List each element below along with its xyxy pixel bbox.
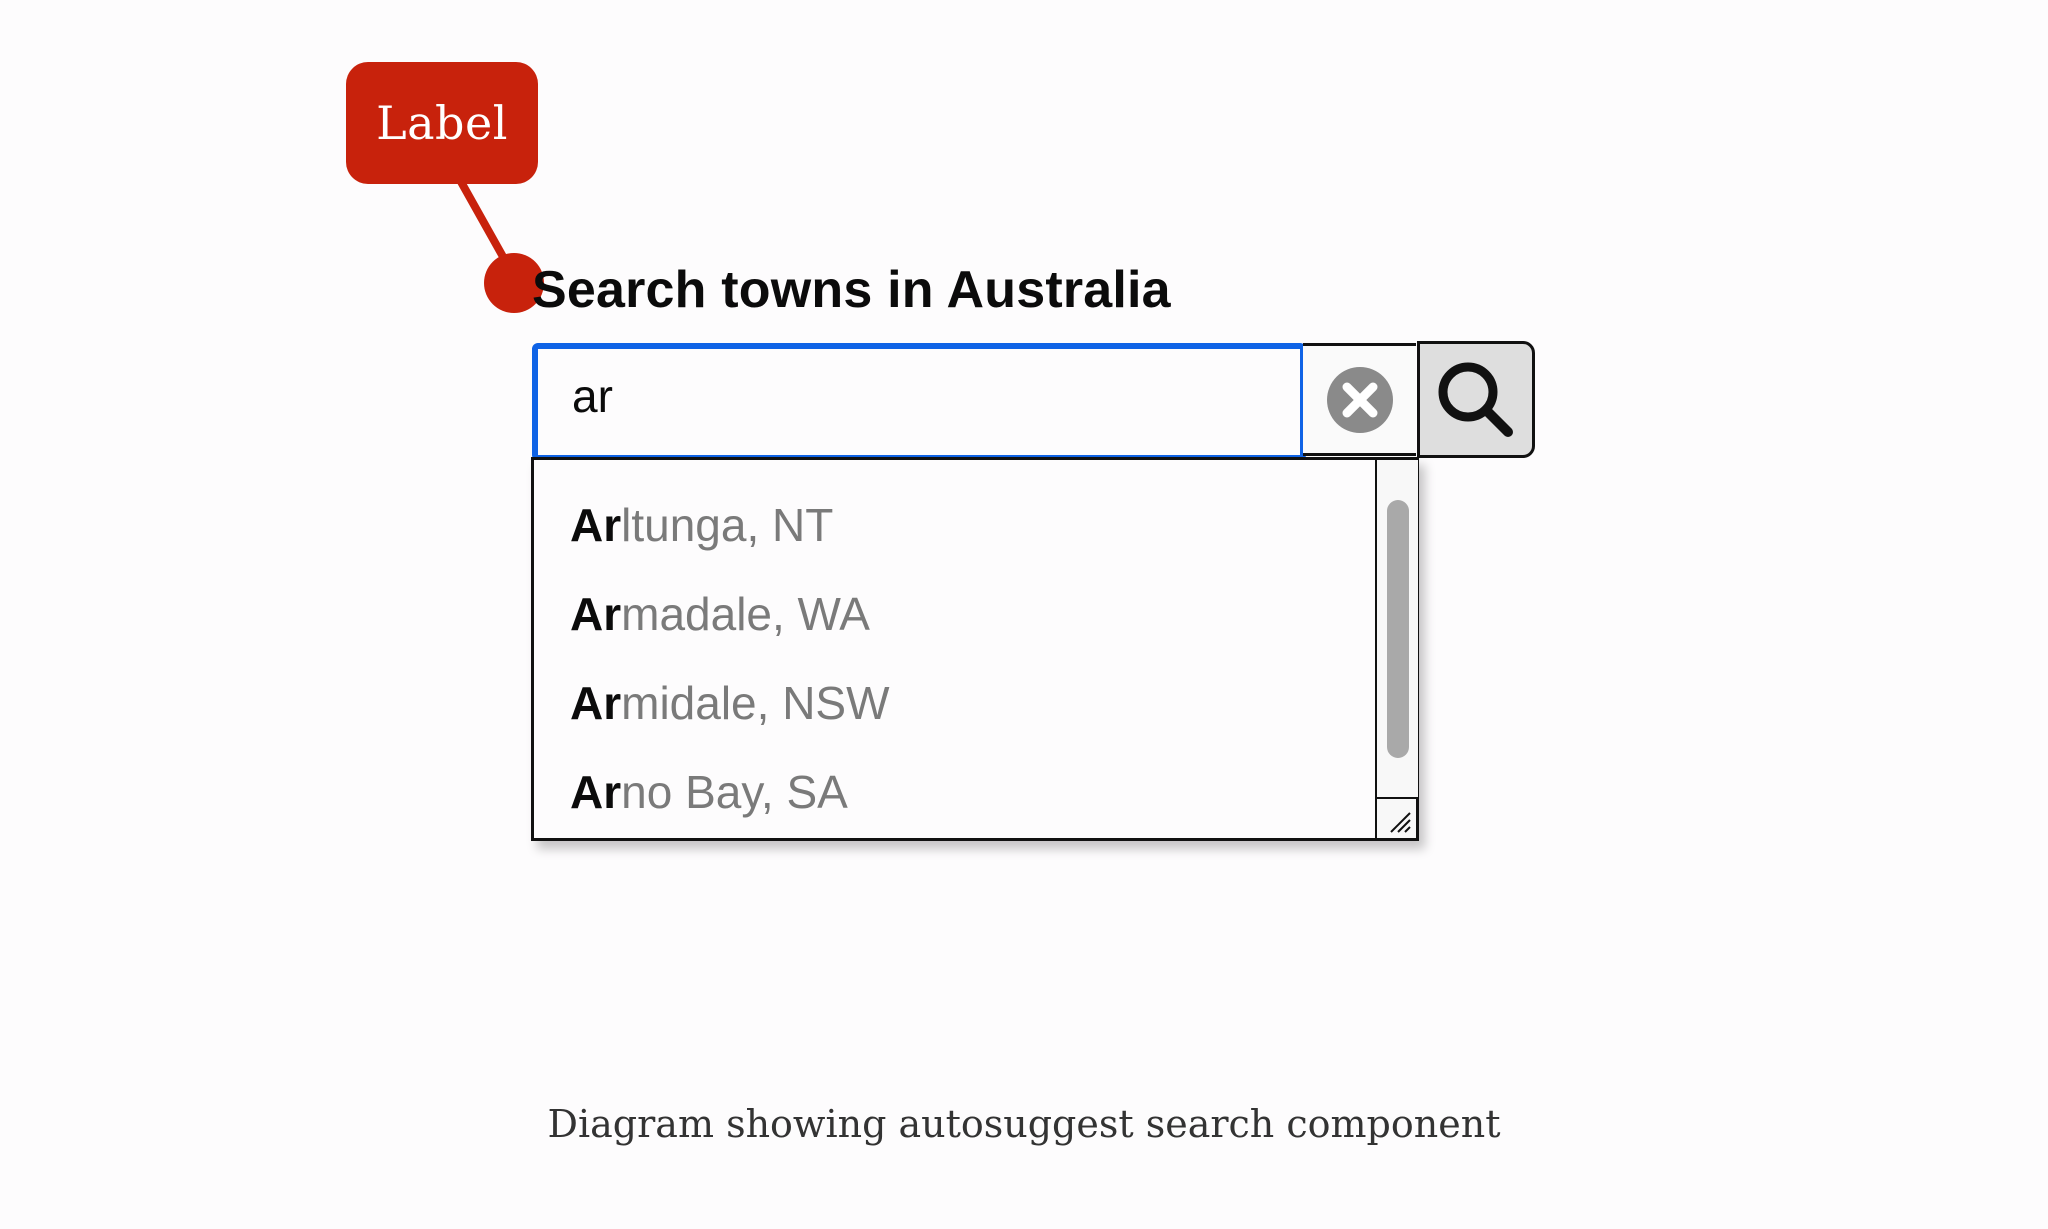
- suggestion-rest: madale, WA: [621, 588, 870, 640]
- suggestion-match: Ar: [570, 588, 622, 640]
- scrollbar-thumb[interactable]: [1387, 500, 1409, 758]
- callout-label-text: Label: [376, 96, 508, 150]
- suggestion-match: Ar: [570, 766, 622, 818]
- suggestion-rest: no Bay, SA: [621, 766, 848, 818]
- suggestion-rest: midale, NSW: [621, 677, 890, 729]
- figure-caption: Diagram showing autosuggest search compo…: [547, 1102, 1501, 1146]
- scrollbar[interactable]: [1375, 460, 1418, 797]
- search-input-value: ar: [572, 370, 613, 422]
- search-input[interactable]: ar: [532, 343, 1306, 461]
- suggestion-match: Ar: [570, 499, 622, 551]
- suggestion-option[interactable]: Armadale, WA: [570, 587, 870, 641]
- clear-button[interactable]: [1303, 343, 1416, 456]
- resize-grip-icon: [1390, 812, 1411, 833]
- resize-handle[interactable]: [1375, 797, 1416, 838]
- suggestion-match: Ar: [570, 677, 622, 729]
- search-label: Search towns in Australia: [532, 261, 1171, 319]
- clear-icon: [1326, 366, 1393, 433]
- suggestion-list: Arltunga, NT Armadale, WA Armidale, NSW …: [531, 457, 1419, 841]
- suggestion-rest: ltunga, NT: [621, 499, 834, 551]
- suggestion-option[interactable]: Arltunga, NT: [570, 498, 833, 552]
- search-button[interactable]: [1417, 341, 1535, 458]
- callout-label: Label: [346, 62, 538, 184]
- suggestion-option[interactable]: Armidale, NSW: [570, 676, 890, 730]
- suggestion-option[interactable]: Arno Bay, SA: [570, 765, 848, 819]
- autosuggest-diagram: Label Search towns in Australia ar Arltu…: [0, 0, 2048, 1229]
- search-icon: [1438, 362, 1513, 437]
